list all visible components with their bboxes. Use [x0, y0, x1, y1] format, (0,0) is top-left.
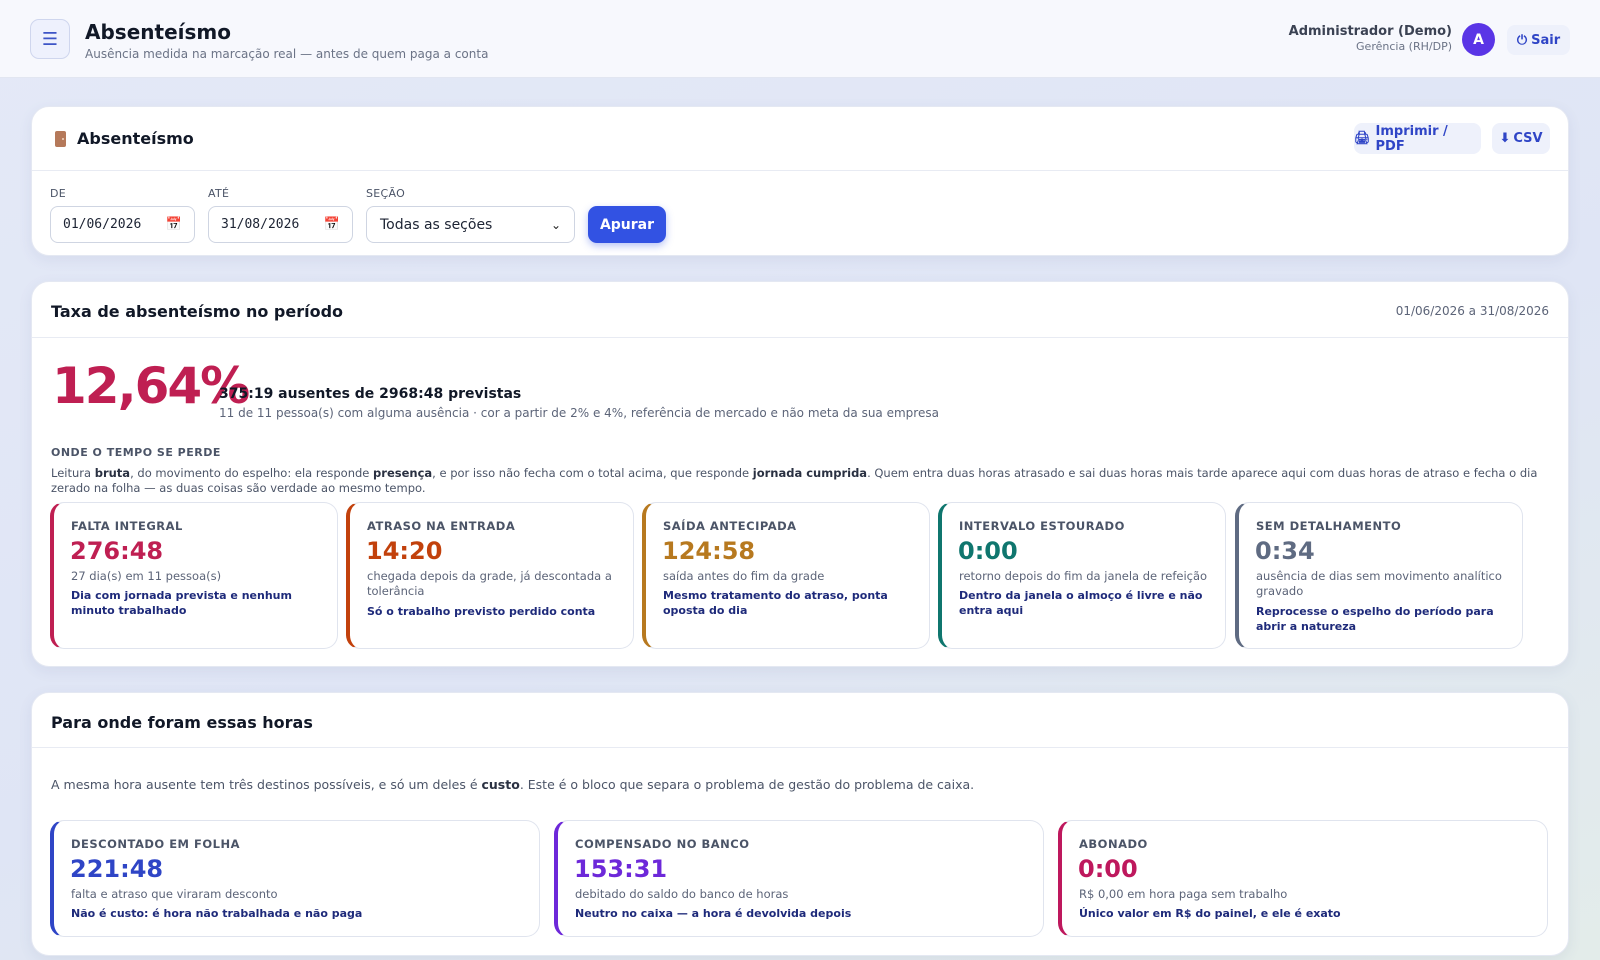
- metric-note: Mesmo tratamento do atraso, ponta oposta…: [663, 589, 888, 617]
- metric-card-early-exit: SAÍDA ANTECIPADA 124:58 saída antes do f…: [642, 502, 930, 649]
- to-date-input[interactable]: 31/08/2026 📅: [208, 206, 353, 243]
- hours-destination-card: Para onde foram essas horas A mesma hora…: [31, 692, 1569, 956]
- desc-text: Leitura: [51, 466, 95, 480]
- rate-summary: 375:19 ausentes de 2968:48 previstas: [219, 386, 522, 402]
- csv-button[interactable]: ⬇ CSV: [1492, 123, 1550, 154]
- logout-button[interactable]: ⏻ Sair: [1507, 25, 1570, 55]
- metric-value: 124:58: [662, 537, 756, 565]
- metric-card-no-detail: SEM DETALHAMENTO 0:34 ausência de dias s…: [1235, 502, 1523, 649]
- rate-card-header: Taxa de absenteísmo no período 01/06/202…: [32, 282, 1568, 338]
- metric-note: Dia com jornada prevista e nenhum minuto…: [71, 589, 292, 617]
- dest-card-title: Para onde foram essas horas: [51, 713, 313, 732]
- metric-note: Único valor em R$ do painel, e ele é exa…: [1079, 907, 1341, 920]
- metric-label: FALTA INTEGRAL: [71, 519, 183, 533]
- print-label: Imprimir / PDF: [1375, 123, 1448, 154]
- desc-emphasis: presença: [373, 466, 433, 480]
- from-date-label: DE: [50, 187, 67, 200]
- metric-note: Não é custo: é hora não trabalhada e não…: [71, 907, 363, 920]
- section-select[interactable]: Todas as seções ⌄: [366, 206, 575, 243]
- section-select-value: Todas as seções: [380, 216, 493, 233]
- metric-label: INTERVALO ESTOURADO: [959, 519, 1125, 533]
- page-title: Absenteísmo: [85, 20, 231, 44]
- metric-value: 14:20: [366, 537, 443, 565]
- metric-description: debitado do saldo do banco de horas: [575, 887, 789, 901]
- metric-value: 221:48: [70, 855, 164, 883]
- metric-label: SAÍDA ANTECIPADA: [663, 519, 797, 533]
- desc-text: , do movimento do espelho: ela responde: [130, 466, 374, 480]
- dest-description: A mesma hora ausente tem três destinos p…: [51, 777, 974, 792]
- metric-description: R$ 0,00 em hora paga sem trabalho: [1079, 887, 1288, 901]
- to-date-label: ATÉ: [208, 187, 230, 200]
- metric-card-break-overrun: INTERVALO ESTOURADO 0:00 retorno depois …: [938, 502, 1226, 649]
- rate-card-title: Taxa de absenteísmo no período: [51, 302, 344, 321]
- avatar[interactable]: A: [1462, 23, 1495, 56]
- metric-note: Neutro no caixa — a hora é devolvida dep…: [575, 907, 852, 920]
- printer-icon: 🖨: [1354, 131, 1371, 146]
- metric-label: ATRASO NA ENTRADA: [367, 519, 516, 533]
- to-date-value: 31/08/2026: [221, 217, 300, 232]
- metric-description: saída antes do fim da grade: [663, 569, 825, 583]
- metric-description: chegada depois da grade, já descontada a…: [367, 569, 612, 598]
- from-date-input[interactable]: 01/06/2026 📅: [50, 206, 195, 243]
- door-icon: [55, 131, 66, 147]
- metric-label: COMPENSADO NO BANCO: [575, 837, 750, 851]
- metric-card-late-arrival: ATRASO NA ENTRADA 14:20 chegada depois d…: [346, 502, 634, 649]
- filter-card: Absenteísmo 🖨 Imprimir / PDF ⬇ CSV DE 01…: [31, 106, 1569, 256]
- metric-card-hour-bank: COMPENSADO NO BANCO 153:31 debitado do s…: [554, 820, 1044, 937]
- metric-description: falta e atraso que viraram desconto: [71, 887, 278, 901]
- rate-note: 11 de 11 pessoa(s) com alguma ausência ·…: [219, 406, 939, 420]
- period-range: 01/06/2026 a 31/08/2026: [1395, 304, 1549, 318]
- metric-label: ABONADO: [1079, 837, 1148, 851]
- calendar-icon[interactable]: 📅: [324, 217, 340, 232]
- user-info: Administrador (Demo) Gerência (RH/DP): [1289, 24, 1452, 53]
- logout-label: Sair: [1531, 32, 1561, 48]
- metric-card-payroll-deducted: DESCONTADO EM FOLHA 221:48 falta e atras…: [50, 820, 540, 937]
- hamburger-icon: ☰: [41, 28, 59, 50]
- metric-value: 0:34: [1255, 537, 1315, 565]
- metric-value: 153:31: [574, 855, 668, 883]
- top-bar: ☰ Absenteísmo Ausência medida na marcaçã…: [0, 0, 1600, 78]
- from-date-value: 01/06/2026: [63, 217, 142, 232]
- metric-description: ausência de dias sem movimento analítico…: [1256, 569, 1502, 598]
- metric-description: retorno depois do fim da janela de refei…: [959, 569, 1208, 583]
- chevron-down-icon: ⌄: [550, 217, 561, 232]
- desc-emphasis: bruta: [94, 466, 131, 480]
- dest-card-header: Para onde foram essas horas: [32, 693, 1568, 748]
- metric-value: 0:00: [958, 537, 1018, 565]
- metric-note: Dentro da janela o almoço é livre e não …: [959, 589, 1203, 617]
- desc-emphasis: custo: [481, 777, 520, 792]
- calendar-icon[interactable]: 📅: [166, 217, 182, 232]
- metric-description: 27 dia(s) em 11 pessoa(s): [71, 569, 222, 583]
- power-icon: ⏻: [1516, 32, 1528, 48]
- metric-value: 0:00: [1078, 855, 1138, 883]
- metric-label: SEM DETALHAMENTO: [1256, 519, 1402, 533]
- filter-card-title: Absenteísmo: [77, 129, 194, 148]
- print-pdf-button[interactable]: 🖨 Imprimir / PDF: [1354, 123, 1481, 154]
- user-role: Gerência (RH/DP): [1356, 40, 1452, 53]
- desc-text: . Este é o bloco que separa o problema d…: [519, 777, 975, 792]
- download-icon: ⬇: [1499, 131, 1511, 146]
- filter-card-header: Absenteísmo 🖨 Imprimir / PDF ⬇ CSV: [32, 107, 1568, 171]
- page-subtitle: Ausência medida na marcação real — antes…: [85, 47, 489, 61]
- csv-label: CSV: [1513, 131, 1543, 146]
- metric-card-full-absence: FALTA INTEGRAL 276:48 27 dia(s) em 11 pe…: [50, 502, 338, 649]
- apply-button[interactable]: Apurar: [588, 206, 666, 243]
- desc-text: A mesma hora ausente tem três destinos p…: [51, 777, 482, 792]
- metric-label: DESCONTADO EM FOLHA: [71, 837, 240, 851]
- metric-value: 276:48: [70, 537, 164, 565]
- absenteeism-rate-card: Taxa de absenteísmo no período 01/06/202…: [31, 281, 1569, 667]
- loss-section-description: Leitura bruta, do movimento do espelho: …: [51, 466, 1541, 496]
- user-name: Administrador (Demo): [1288, 24, 1452, 39]
- metric-note: Reprocesse o espelho do período para abr…: [1256, 605, 1494, 633]
- section-label: SEÇÃO: [366, 187, 406, 200]
- desc-text: , e por isso não fecha com o total acima…: [432, 466, 753, 480]
- metric-note: Só o trabalho previsto perdido conta: [367, 605, 596, 618]
- metric-card-excused: ABONADO 0:00 R$ 0,00 em hora paga sem tr…: [1058, 820, 1548, 937]
- loss-section-kicker: ONDE O TEMPO SE PERDE: [51, 446, 221, 459]
- desc-emphasis: jornada cumprida: [752, 466, 868, 480]
- menu-button[interactable]: ☰: [30, 19, 70, 59]
